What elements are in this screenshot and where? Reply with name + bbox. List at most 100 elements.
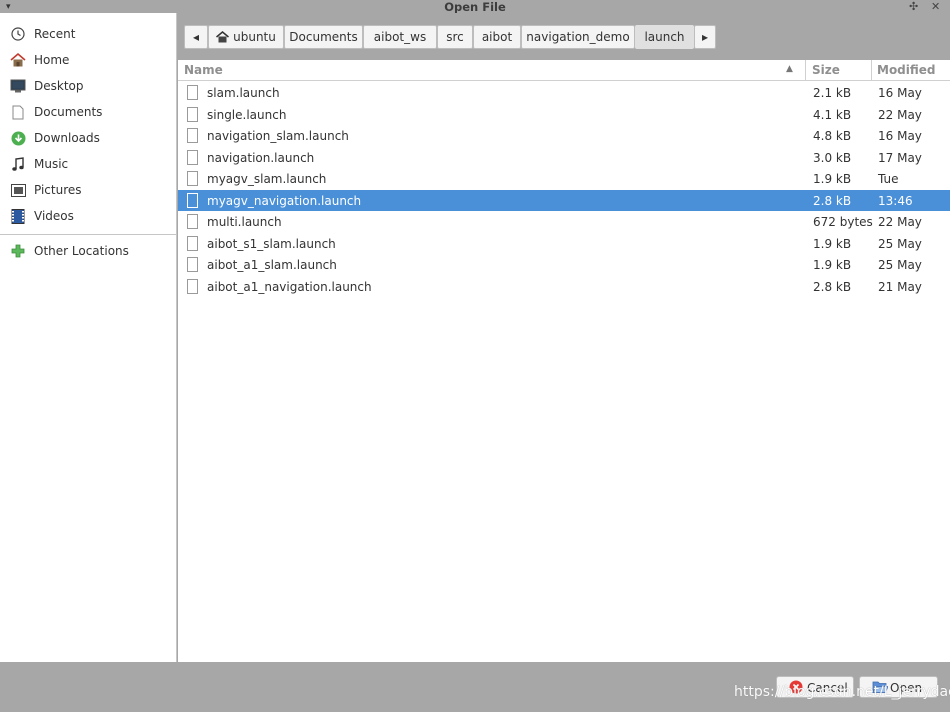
sidebar-item-label: Downloads	[34, 131, 100, 145]
sidebar-item-videos[interactable]: Videos	[0, 203, 176, 229]
file-modified: 25 May	[878, 236, 922, 251]
file-row[interactable]: single.launch 4.1 kB 22 May	[178, 104, 950, 126]
sidebar-item-home[interactable]: Home	[0, 47, 176, 73]
chevron-right-icon: ▸	[701, 30, 709, 44]
file-list: Name ▲ Size Modified slam.launch 2.1 kB …	[178, 60, 950, 662]
path-segment-label: navigation_demo	[526, 30, 630, 44]
file-row[interactable]: navigation.launch 3.0 kB 17 May	[178, 147, 950, 169]
file-modified: 16 May	[878, 129, 922, 143]
file-size: 2.8 kB	[813, 193, 852, 208]
chevron-left-icon: ◂	[192, 30, 200, 44]
file-row[interactable]: myagv_slam.launch 1.9 kB Tue	[178, 168, 950, 190]
file-icon	[187, 257, 198, 272]
file-icon	[187, 149, 198, 165]
places-sidebar: Recent Home Desktop Documents Downloads …	[0, 13, 177, 662]
path-segment-label: ubuntu	[233, 30, 276, 44]
column-divider[interactable]	[871, 60, 872, 81]
recent-icon	[10, 26, 26, 42]
file-size: 3.0 kB	[813, 150, 852, 165]
path-segment-launch[interactable]: launch	[635, 25, 694, 49]
path-segment-ubuntu[interactable]: ubuntu	[208, 25, 284, 49]
path-segment-documents[interactable]: Documents	[284, 25, 363, 49]
music-icon	[10, 156, 26, 172]
file-modified: 25 May	[878, 258, 922, 272]
file-name: navigation.launch	[207, 150, 315, 165]
file-row[interactable]: slam.launch 2.1 kB 16 May	[178, 82, 950, 104]
path-segment-label: launch	[644, 30, 685, 44]
videos-icon	[10, 208, 26, 224]
file-name: slam.launch	[207, 86, 280, 100]
plus-icon	[10, 243, 26, 259]
path-back-button[interactable]: ◂	[184, 25, 208, 49]
close-icon[interactable]: ✕	[931, 0, 940, 13]
sidebar-item-label: Videos	[34, 209, 74, 223]
sidebar-divider	[0, 234, 176, 235]
file-name: multi.launch	[207, 215, 282, 229]
title-bar: ▾ Open File ✣ ✕	[0, 0, 950, 14]
documents-icon	[10, 104, 26, 120]
file-size: 672 bytes	[813, 215, 873, 229]
path-segment-aibot[interactable]: aibot	[473, 25, 521, 49]
file-icon	[187, 85, 198, 100]
file-size: 4.1 kB	[813, 107, 852, 122]
file-list-header: Name ▲ Size Modified	[178, 60, 950, 81]
file-row[interactable]: aibot_s1_slam.launch 1.9 kB 25 May	[178, 233, 950, 255]
file-size: 4.8 kB	[813, 129, 852, 143]
file-icon	[187, 171, 198, 186]
file-name: aibot_a1_slam.launch	[207, 258, 337, 272]
sidebar-item-other-locations[interactable]: Other Locations	[0, 238, 176, 264]
file-size: 1.9 kB	[813, 258, 852, 272]
file-size: 2.8 kB	[813, 279, 852, 294]
file-size: 1.9 kB	[813, 172, 852, 186]
column-header-modified[interactable]: Modified	[877, 63, 936, 77]
sidebar-item-label: Desktop	[34, 79, 84, 93]
desktop-icon	[10, 78, 26, 94]
sidebar-item-label: Pictures	[34, 183, 82, 197]
path-segment-aibot-ws[interactable]: aibot_ws	[363, 25, 437, 49]
sidebar-item-label: Recent	[34, 27, 76, 41]
file-row[interactable]: navigation_slam.launch 4.8 kB 16 May	[178, 125, 950, 147]
path-bar: ◂ ubuntu Documents aibot_ws src aibot na…	[178, 13, 950, 60]
file-name: navigation_slam.launch	[207, 129, 349, 143]
file-row[interactable]: aibot_a1_slam.launch 1.9 kB 25 May	[178, 254, 950, 276]
file-row[interactable]: aibot_a1_navigation.launch 2.8 kB 21 May	[178, 276, 950, 298]
pictures-icon	[10, 182, 26, 198]
path-segment-label: aibot_ws	[373, 30, 427, 44]
sidebar-item-downloads[interactable]: Downloads	[0, 125, 176, 151]
file-icon	[187, 128, 198, 143]
column-divider[interactable]	[805, 60, 806, 81]
file-name: myagv_slam.launch	[207, 172, 327, 186]
path-segment-label: src	[446, 30, 464, 44]
file-name: myagv_navigation.launch	[207, 193, 362, 208]
file-icon	[187, 106, 198, 122]
sidebar-item-pictures[interactable]: Pictures	[0, 177, 176, 203]
column-header-name[interactable]: Name	[184, 63, 223, 77]
file-icon	[187, 214, 198, 229]
sidebar-item-label: Other Locations	[34, 244, 129, 258]
file-row[interactable]: multi.launch 672 bytes 22 May	[178, 211, 950, 233]
file-row-selected[interactable]: myagv_navigation.launch 2.8 kB 13:46	[178, 189, 950, 211]
home-icon	[216, 28, 230, 50]
sidebar-item-music[interactable]: Music	[0, 151, 176, 177]
sidebar-item-label: Music	[34, 157, 69, 171]
file-icon	[187, 278, 198, 294]
path-segment-src[interactable]: src	[437, 25, 473, 49]
home-icon	[10, 52, 26, 68]
pin-icon[interactable]: ✣	[909, 0, 918, 13]
sidebar-item-label: Documents	[34, 105, 103, 119]
path-segment-navigation-demo[interactable]: navigation_demo	[521, 25, 635, 49]
sidebar-item-label: Home	[34, 53, 70, 67]
sidebar-item-desktop[interactable]: Desktop	[0, 73, 176, 99]
sidebar-item-documents[interactable]: Documents	[0, 99, 176, 125]
path-forward-button[interactable]: ▸	[694, 25, 716, 49]
file-icon	[187, 192, 198, 208]
path-segment-label: aibot	[481, 30, 513, 44]
column-header-size[interactable]: Size	[812, 63, 840, 77]
sidebar-item-recent[interactable]: Recent	[0, 21, 176, 47]
file-modified: Tue	[878, 172, 899, 186]
file-size: 2.1 kB	[813, 86, 852, 100]
file-name: single.launch	[207, 107, 287, 122]
downloads-icon	[10, 130, 26, 146]
file-modified: 22 May	[878, 107, 922, 122]
file-modified: 22 May	[878, 215, 922, 229]
